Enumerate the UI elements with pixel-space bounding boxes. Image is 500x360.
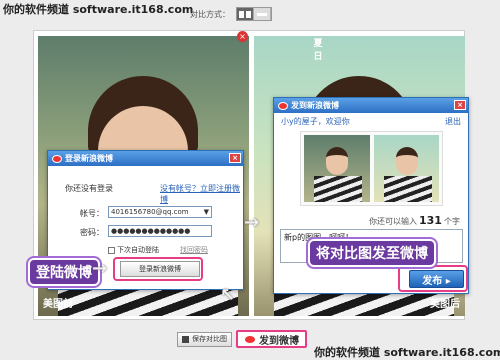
forgot-password-link[interactable]: 找回密码	[180, 245, 208, 255]
weibo-logo-icon	[244, 334, 256, 344]
save-icon	[182, 335, 189, 343]
login-dialog-titlebar: 登录新浪微博 ×	[48, 151, 243, 166]
compare-mode: 对比方式：	[190, 7, 272, 21]
compare-mode-label: 对比方式：	[190, 9, 230, 19]
login-close-icon[interactable]: ×	[229, 153, 241, 163]
before-caption: 美图前	[43, 299, 73, 310]
logout-link[interactable]: 退出	[445, 116, 461, 127]
arrow-right-icon: →	[244, 212, 260, 233]
overlay-title: 夏日	[313, 39, 323, 62]
post-weibo-button[interactable]: 发到微博	[236, 330, 307, 348]
auto-login-checkbox[interactable]: 下次自动登陆	[108, 245, 159, 255]
bottom-toolbar: 保存对比图 发到微博	[177, 330, 307, 348]
callout-send: 将对比图发至微博	[308, 239, 436, 267]
login-prompt: 你还没有登录	[65, 184, 113, 193]
share-thumbnail	[300, 131, 443, 206]
char-count: 131	[419, 214, 442, 227]
login-dialog-title: 登录新浪微博	[65, 154, 113, 163]
save-compare-button[interactable]: 保存对比图	[177, 331, 232, 347]
weibo-logo-icon	[52, 154, 62, 163]
account-label: 帐号：	[80, 209, 104, 218]
top-bottom-button[interactable]	[254, 8, 271, 20]
compare-mode-buttons	[236, 7, 272, 21]
password-label: 密码：	[80, 228, 104, 237]
password-field[interactable]: ●●●●●●●●●●●●●	[108, 225, 212, 237]
char-counter: 你还可以输入 131 个字	[369, 214, 460, 227]
publish-highlight	[398, 265, 468, 292]
share-dialog-titlebar: 发到新浪微博 ×	[274, 98, 468, 113]
watermark-top: 你的软件频道 software.it168.com	[3, 3, 194, 16]
callout-login: 登陆微博	[28, 258, 100, 286]
arrow-right-icon: →	[92, 258, 108, 279]
weibo-logo-icon	[278, 101, 288, 110]
login-highlight	[113, 257, 203, 281]
arrow-up-icon: ↖	[220, 285, 236, 306]
register-link[interactable]: 没有帐号？立即注册微博	[160, 183, 243, 205]
side-by-side-button[interactable]	[237, 8, 254, 20]
dropdown-icon[interactable]: ▼	[204, 208, 209, 216]
watermark-bottom: 你的软件频道 software.it168.com	[314, 346, 500, 359]
after-caption: 美图后	[430, 299, 460, 310]
share-dialog-title: 发到新浪微博	[291, 101, 339, 110]
close-icon[interactable]: ×	[237, 31, 248, 42]
share-user: 小y的屋子，欢迎你	[281, 117, 350, 126]
share-close-icon[interactable]: ×	[454, 100, 466, 110]
account-field[interactable]: 4016156780@qq.com ▼	[108, 206, 212, 218]
